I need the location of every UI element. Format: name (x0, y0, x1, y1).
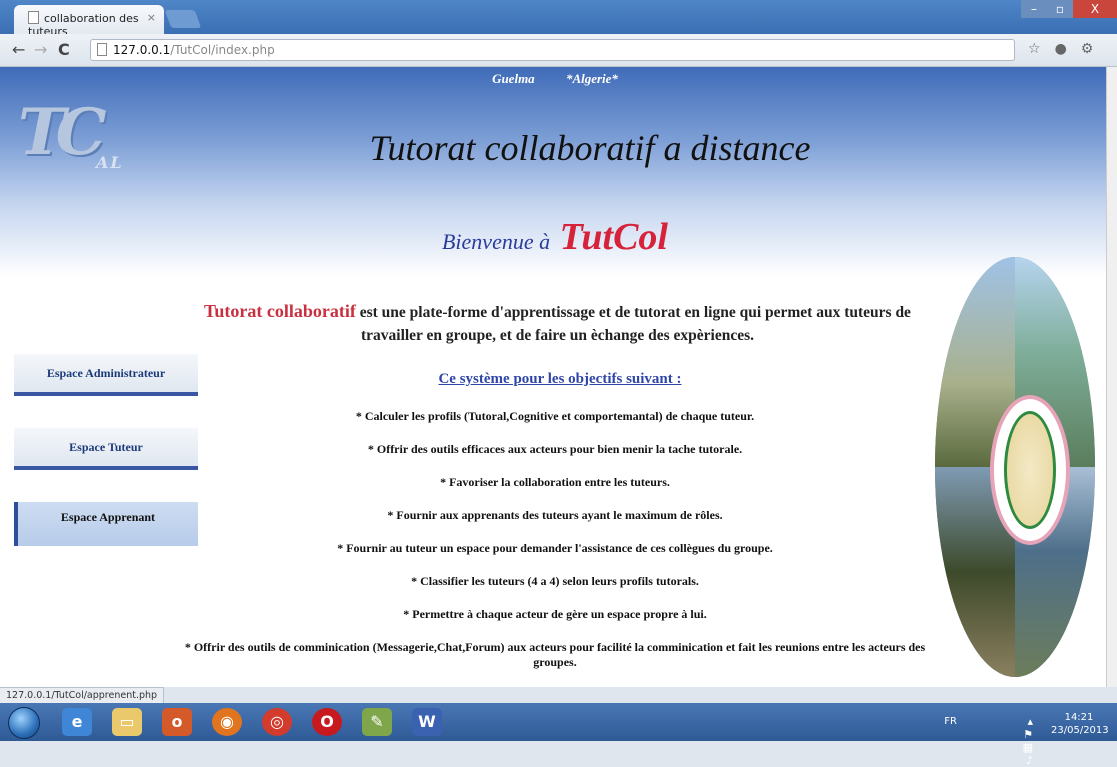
list-item: * Permettre à chaque acteur de gère un e… (403, 607, 707, 621)
list-item: * Favoriser la collaboration entre les t… (440, 475, 670, 489)
university-photo-collage (930, 227, 1100, 677)
bookmark-star-icon[interactable]: ☆ (1028, 41, 1041, 57)
country-label: *Algerie* (565, 71, 618, 86)
page-icon (97, 43, 107, 56)
tab-close-icon[interactable]: × (147, 11, 156, 24)
url-path: /TutCol/index.php (170, 43, 275, 57)
window-controls: – ▫ X (1021, 0, 1117, 20)
taskbar: e ▭ o ◉ ◎ O ✎ W FR ▴ ⚑ ▦ ♪ 14:21 23/05/2… (0, 703, 1117, 767)
list-item: * Calculer les profils (Tutoral,Cognitiv… (355, 409, 755, 423)
clock-time: 14:21 (1064, 712, 1094, 723)
address-toolbar: ← → C 127.0.0.1/TutCol/index.php ☆ ● ⚙ (0, 34, 1117, 67)
brand-name: TutCol (559, 216, 668, 258)
clock-date: 23/05/2013 (1051, 725, 1109, 736)
notepad-icon[interactable]: ✎ (362, 708, 392, 736)
browser-tab[interactable]: collaboration des tuteurs × (14, 5, 164, 38)
web-page: Guelma *Algerie* TC AL Tutorat collabora… (0, 67, 1110, 687)
url-input[interactable]: 127.0.0.1/TutCol/index.php (90, 39, 1015, 61)
list-item: * Fournir au tuteur un espace pour deman… (337, 541, 773, 555)
language-indicator[interactable]: FR (944, 716, 957, 727)
forward-icon[interactable]: → (34, 40, 47, 59)
university-emblem-icon (990, 395, 1070, 545)
site-title: Tutorat collaboratif a distance (369, 128, 811, 168)
city-label: Guelma (492, 71, 535, 86)
list-item: * Offrir des outils de comminication (Me… (184, 640, 926, 669)
clock[interactable]: 14:21 23/05/2013 (1051, 711, 1109, 737)
tray-icons[interactable]: ▴ ⚑ ▦ ♪ (1023, 715, 1037, 767)
opera-icon[interactable]: O (312, 708, 342, 736)
maximize-button[interactable]: ▫ (1047, 0, 1073, 18)
url-host: 127.0.0.1 (113, 43, 171, 57)
page-scrollbar[interactable] (1106, 67, 1117, 687)
close-window-button[interactable]: X (1073, 0, 1117, 18)
browser-tab-bar: collaboration des tuteurs × – ▫ X (0, 0, 1117, 38)
reload-icon[interactable]: C (58, 40, 70, 59)
chrome-icon[interactable]: ◎ (262, 708, 292, 736)
office-icon[interactable]: o (162, 708, 192, 736)
location-line: Guelma *Algerie* (0, 71, 1110, 87)
sidebar-item-tuteur[interactable]: Espace Tuteur (14, 428, 198, 470)
firefox-icon[interactable]: ◉ (212, 708, 242, 736)
sidebar-nav: Espace Administrateur Espace Tuteur Espa… (14, 354, 198, 578)
minimize-button[interactable]: – (1021, 0, 1047, 18)
folder-icon[interactable]: ▭ (112, 708, 142, 736)
intro-highlight: Tutorat collaboratif (204, 301, 356, 321)
list-item: * Fournir aux apprenants des tuteurs aya… (387, 508, 723, 522)
intro-paragraph: Tutorat collaboratif est une plate-forme… (190, 300, 925, 347)
intro-text: est une plate-forme d'apprentissage et d… (355, 304, 911, 344)
objectives-list: * Calculer les profils (Tutoral,Cognitiv… (180, 409, 930, 670)
sidebar-item-apprenant[interactable]: Espace Apprenant (14, 502, 198, 546)
start-button[interactable] (8, 707, 40, 739)
new-tab-button[interactable] (164, 10, 202, 28)
ie-icon[interactable]: e (62, 708, 92, 736)
page-icon (28, 11, 39, 24)
sidebar-item-administrateur[interactable]: Espace Administrateur (14, 354, 198, 396)
toolbar-icons: ☆ ● ⚙ (1028, 41, 1107, 57)
extension-icon[interactable]: ● (1055, 41, 1067, 57)
wrench-icon[interactable]: ⚙ (1081, 41, 1094, 57)
list-item: * Offrir des outils efficaces aux acteur… (367, 442, 743, 456)
list-item: * Classifier les tuteurs (4 a 4) selon l… (411, 574, 699, 588)
back-icon[interactable]: ← (12, 40, 25, 59)
word-icon[interactable]: W (412, 708, 442, 736)
objectives-title[interactable]: Ce système pour les objectifs suivant : (360, 371, 760, 388)
welcome-prefix: Bienvenue à (441, 229, 551, 254)
